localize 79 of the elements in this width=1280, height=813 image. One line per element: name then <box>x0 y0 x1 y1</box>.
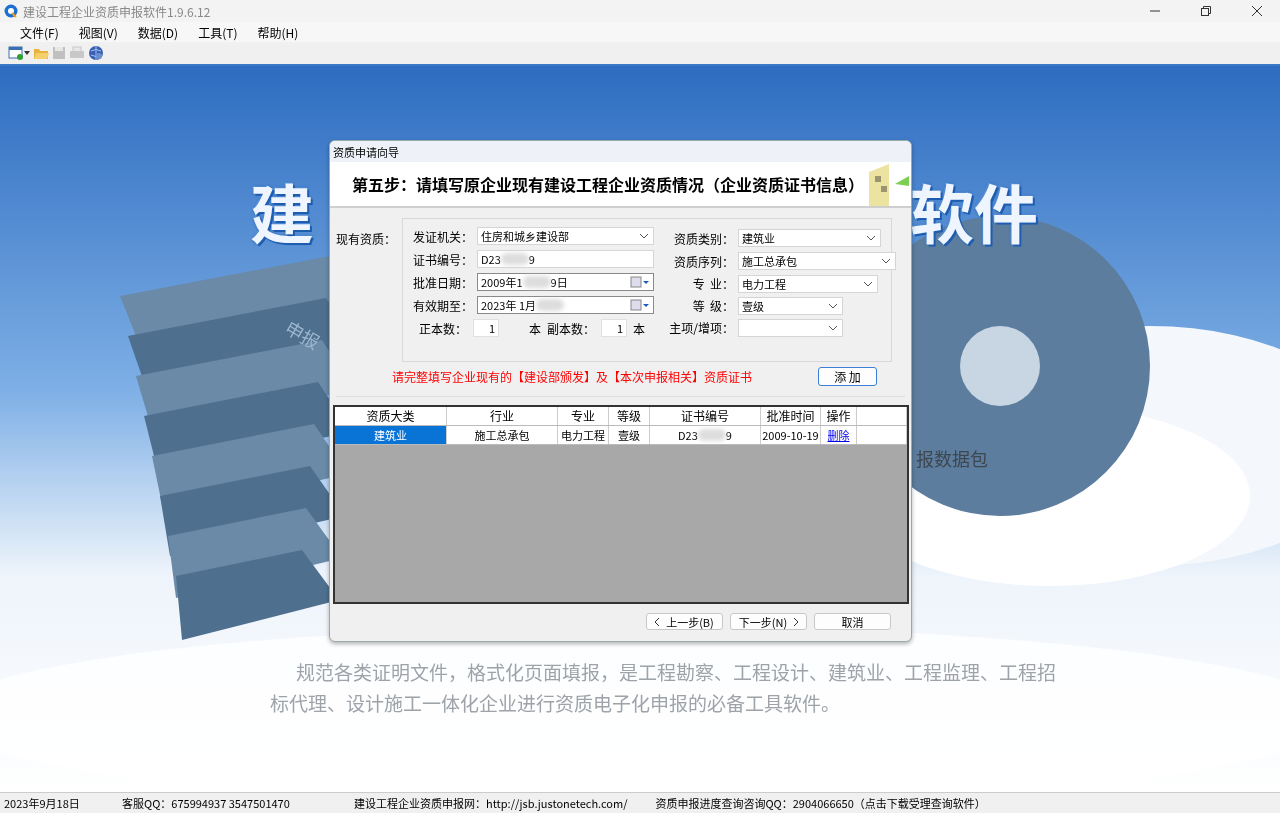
chevron-down-icon <box>828 324 838 331</box>
window-title: 建设工程企业资质申报软件1.9.6.12 <box>23 2 212 20</box>
menu-item[interactable]: 视图(V) <box>70 23 126 41</box>
column-header: 批准时间 <box>761 407 821 425</box>
calendar-icon[interactable] <box>630 299 650 311</box>
dropdown-field[interactable]: 壹级 <box>738 296 843 315</box>
menu-item[interactable]: 数据(D) <box>129 23 187 41</box>
chevron-down-icon <box>881 258 891 264</box>
field-label: 等 级： <box>691 297 735 314</box>
toolbar-button[interactable] <box>88 44 104 62</box>
chevron-down-icon <box>828 302 838 309</box>
table-cell: 2009-10-19 <box>761 426 821 444</box>
menu-item[interactable]: 工具(T) <box>190 23 246 41</box>
printer-icon <box>69 46 85 60</box>
description-text: 规范各类证明文件，格式化页面填报，是工程勘察、工程设计、建筑业、工程监理、工程招 <box>296 658 1056 685</box>
chevron-down-icon <box>639 233 649 239</box>
wizard-button[interactable]: 取消 <box>814 613 891 630</box>
delete-link[interactable]: 删除 <box>827 426 850 444</box>
field-label: 资质类别： <box>673 229 735 247</box>
column-header: 等级 <box>609 407 650 425</box>
field-label: 正本数： <box>419 319 468 337</box>
chevron-right-icon <box>793 617 799 626</box>
step-heading: 第五步：请填写原企业现有建设工程企业资质情况（企业资质证书信息） <box>352 172 864 196</box>
field-label: 专 业： <box>691 275 735 292</box>
warning-text: 请完整填写企业现有的【建设部颁发】及【本次申报相关】资质证书 <box>392 368 752 385</box>
group-label: 现有资质： <box>336 229 396 249</box>
dropdown-field[interactable]: 建筑业 <box>738 229 881 247</box>
field-label: 证书编号： <box>412 250 474 268</box>
column-header: 行业 <box>447 407 558 425</box>
caret-icon <box>24 51 30 55</box>
description-text: 标代理、设计施工一体化企业进行资质电子化申报的必备工具软件。 <box>270 689 840 716</box>
status-text: 客服QQ：675994937 3547501470 <box>121 795 291 811</box>
field-label: 资质序列： <box>673 252 735 270</box>
banner-text: 建 <box>250 164 314 256</box>
field-label: 主项/增项： <box>668 319 735 336</box>
banner-text: 软件 <box>910 164 1038 256</box>
restore-icon <box>1201 6 1211 16</box>
unit-label: 本 <box>633 319 646 337</box>
toolbar-button[interactable] <box>8 44 30 62</box>
chevron-down-icon <box>863 280 873 287</box>
save-icon <box>52 46 66 60</box>
field-label: 有效期至： <box>412 296 474 314</box>
status-text: 建设工程企业资质申报网：http://jsb.justonetech.com/ <box>353 795 629 811</box>
unit-label: 本 <box>529 319 542 337</box>
column-header: 专业 <box>558 407 609 425</box>
wizard-button[interactable]: 上一步(B) <box>646 613 723 630</box>
new-window-icon <box>8 46 24 60</box>
folder-label: 申报 <box>280 313 326 355</box>
input-field[interactable]: D23 9 <box>477 250 654 268</box>
dropdown-field[interactable] <box>738 318 843 337</box>
column-header: 证书编号 <box>650 407 761 425</box>
side-label: 报数据包 <box>916 445 988 471</box>
table-cell: 建筑业 <box>335 426 447 444</box>
app-logo-icon <box>4 4 18 18</box>
calendar-icon[interactable] <box>630 276 650 288</box>
input-field[interactable]: 1 <box>473 319 500 337</box>
field-label: 副本数： <box>547 319 596 337</box>
wizard-button[interactable]: 下一步(N) <box>730 613 807 630</box>
close-icon <box>1252 6 1262 16</box>
folder-icon <box>33 46 49 60</box>
menu-item[interactable]: 文件(F) <box>12 23 67 41</box>
field-label: 批准日期： <box>412 273 474 291</box>
column-header: 资质大类 <box>335 407 447 425</box>
dropdown-field[interactable]: 施工总承包 <box>738 252 896 270</box>
add-button[interactable]: 添 加 <box>818 367 877 386</box>
field-label: 发证机关： <box>412 227 474 245</box>
date-field[interactable]: 2023年 1月 <box>477 296 654 314</box>
input-field[interactable]: 1 <box>601 319 628 337</box>
menu-item[interactable]: 帮助(H) <box>249 23 307 41</box>
status-text: 资质申报进度查询咨询QQ：2904066650（点击下载受理查询软件） <box>654 795 987 811</box>
dialog-title: 资质申请向导 <box>333 143 399 160</box>
status-text: 2023年9月18日 <box>3 795 81 811</box>
chevron-left-icon <box>655 617 661 626</box>
globe-icon <box>88 45 104 61</box>
dropdown-field[interactable]: 电力工程 <box>738 274 878 293</box>
column-header: 操作 <box>821 407 857 425</box>
date-field[interactable]: 2009年1 9日 <box>477 273 654 291</box>
chevron-down-icon <box>866 235 876 241</box>
dropdown-field[interactable]: 住房和城乡建设部 <box>477 227 654 245</box>
